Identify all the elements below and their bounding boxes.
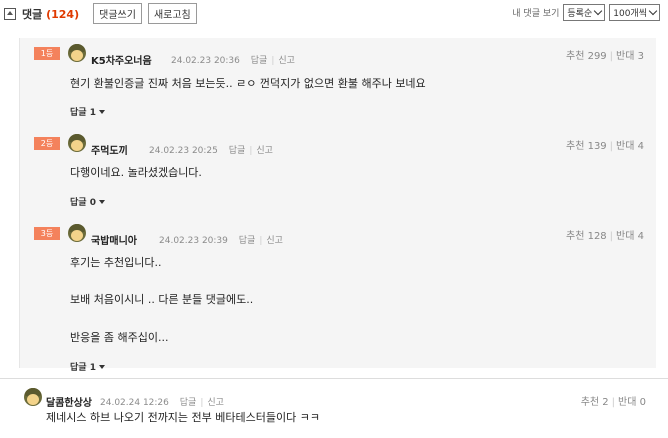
avatar	[68, 134, 86, 152]
reply-toggle[interactable]: 답글 1	[70, 105, 105, 118]
sort-select[interactable]: 등록순	[563, 4, 606, 21]
comment-text: 현기 환불인증글 진짜 처음 보는듯.. ㄹㅇ 껀덕지가 없으면 환불 해주나 …	[70, 77, 426, 90]
per-page-select[interactable]: 100개씩	[609, 4, 660, 21]
toolbar-left: 댓글 (124) 댓글쓰기 새로고침	[0, 3, 197, 24]
caret-down-icon	[98, 109, 105, 114]
comment-text-line-1: 후기는 추천입니다..	[70, 256, 162, 269]
nickname[interactable]: K5차주오너음	[91, 52, 152, 67]
rank-badge: 2등	[34, 137, 60, 150]
reply-count: 답글 0	[70, 198, 96, 208]
avatar	[68, 224, 86, 242]
reply-count: 답글 1	[70, 108, 96, 118]
reply-toggle[interactable]: 답글 1	[70, 360, 105, 373]
comment-meta: 24.02.24 12:26 답글 | 신고	[100, 398, 224, 408]
refresh-button[interactable]: 새로고침	[147, 3, 197, 24]
comment-meta: 24.02.23 20:25 답글 | 신고	[149, 146, 273, 156]
caret-down-icon	[98, 199, 105, 204]
nickname[interactable]: 주먹도끼	[91, 142, 128, 157]
upvote-count[interactable]: 추천 2	[581, 397, 609, 408]
report-link[interactable]: 신고	[256, 146, 273, 156]
write-comment-button[interactable]: 댓글쓰기	[93, 3, 142, 24]
per-page-select-value: 100개씩	[613, 9, 647, 19]
upvote-count[interactable]: 추천 128	[566, 231, 607, 242]
comment-text: 제네시스 하브 나오기 전까지는 전부 베타테스터들이다 ㅋㅋ	[46, 411, 320, 424]
comment-toolbar: 댓글 (124) 댓글쓰기 새로고침 내 댓글 보기 등록순 100개씩	[0, 0, 668, 24]
comment-meta: 24.02.23 20:39 답글 | 신고	[159, 236, 283, 246]
upvote-count[interactable]: 추천 299	[566, 51, 607, 62]
chevron-down-icon	[594, 6, 603, 16]
upvote-count[interactable]: 추천 139	[566, 141, 607, 152]
timestamp: 24.02.23 20:39	[159, 236, 228, 246]
timestamp: 24.02.24 12:26	[100, 398, 169, 408]
collapse-icon[interactable]	[4, 7, 16, 20]
report-link[interactable]: 신고	[207, 398, 224, 408]
comments-title-text: 댓글	[22, 7, 43, 21]
avatar	[68, 44, 86, 62]
nickname[interactable]: 국밥매니아	[91, 232, 137, 247]
downvote-count[interactable]: 반대 4	[616, 231, 644, 242]
comment-text-line-3: 반응을 좀 해주십이...	[70, 331, 169, 344]
downvote-count[interactable]: 반대 3	[616, 51, 644, 62]
vote-counts: 추천 139 | 반대 4	[566, 141, 644, 152]
reply-count: 답글 1	[70, 363, 96, 373]
report-link[interactable]: 신고	[278, 56, 295, 66]
vote-counts: 추천 128 | 반대 4	[566, 231, 644, 242]
rank-badge: 3등	[34, 227, 60, 240]
reply-link[interactable]: 답글	[239, 236, 256, 246]
timestamp: 24.02.23 20:36	[171, 56, 240, 66]
rank-badge: 1등	[34, 47, 60, 60]
avatar	[24, 388, 42, 406]
comment-text-line-2: 보배 처음이시니 .. 다른 분들 댓글에도..	[70, 293, 254, 306]
downvote-count[interactable]: 반대 0	[618, 397, 646, 408]
comment-text: 다행이네요. 놀라셨겠습니다.	[70, 166, 202, 179]
comments-count: (124)	[46, 7, 80, 21]
reply-toggle[interactable]: 답글 0	[70, 195, 105, 208]
report-link[interactable]: 신고	[266, 236, 283, 246]
downvote-count[interactable]: 반대 4	[616, 141, 644, 152]
best-comments-panel: 1등 K5차주오너음 24.02.23 20:36 답글 | 신고 추천 299 | 반…	[19, 38, 656, 373]
reply-link[interactable]: 답글	[180, 398, 197, 408]
vote-counts: 추천 299 | 반대 3	[566, 51, 644, 62]
reply-link[interactable]: 답글	[251, 56, 268, 66]
caret-down-icon	[98, 364, 105, 369]
toolbar-right: 내 댓글 보기 등록순 100개씩	[512, 4, 660, 21]
comment-meta: 24.02.23 20:36 답글 | 신고	[171, 56, 295, 66]
comment-item: 달콤한상상 24.02.24 12:26 답글 | 신고 추천 2 | 반대 0 제네시…	[0, 384, 668, 438]
sort-select-value: 등록순	[567, 9, 593, 19]
vote-counts: 추천 2 | 반대 0	[580, 397, 646, 408]
comments-title: 댓글 (124)	[22, 6, 79, 22]
divider	[0, 378, 668, 379]
timestamp: 24.02.23 20:25	[149, 146, 218, 156]
my-comments-link[interactable]: 내 댓글 보기	[512, 6, 559, 19]
reply-link[interactable]: 답글	[229, 146, 246, 156]
chevron-down-icon	[648, 6, 658, 16]
nickname[interactable]: 달콤한상상	[46, 394, 92, 409]
